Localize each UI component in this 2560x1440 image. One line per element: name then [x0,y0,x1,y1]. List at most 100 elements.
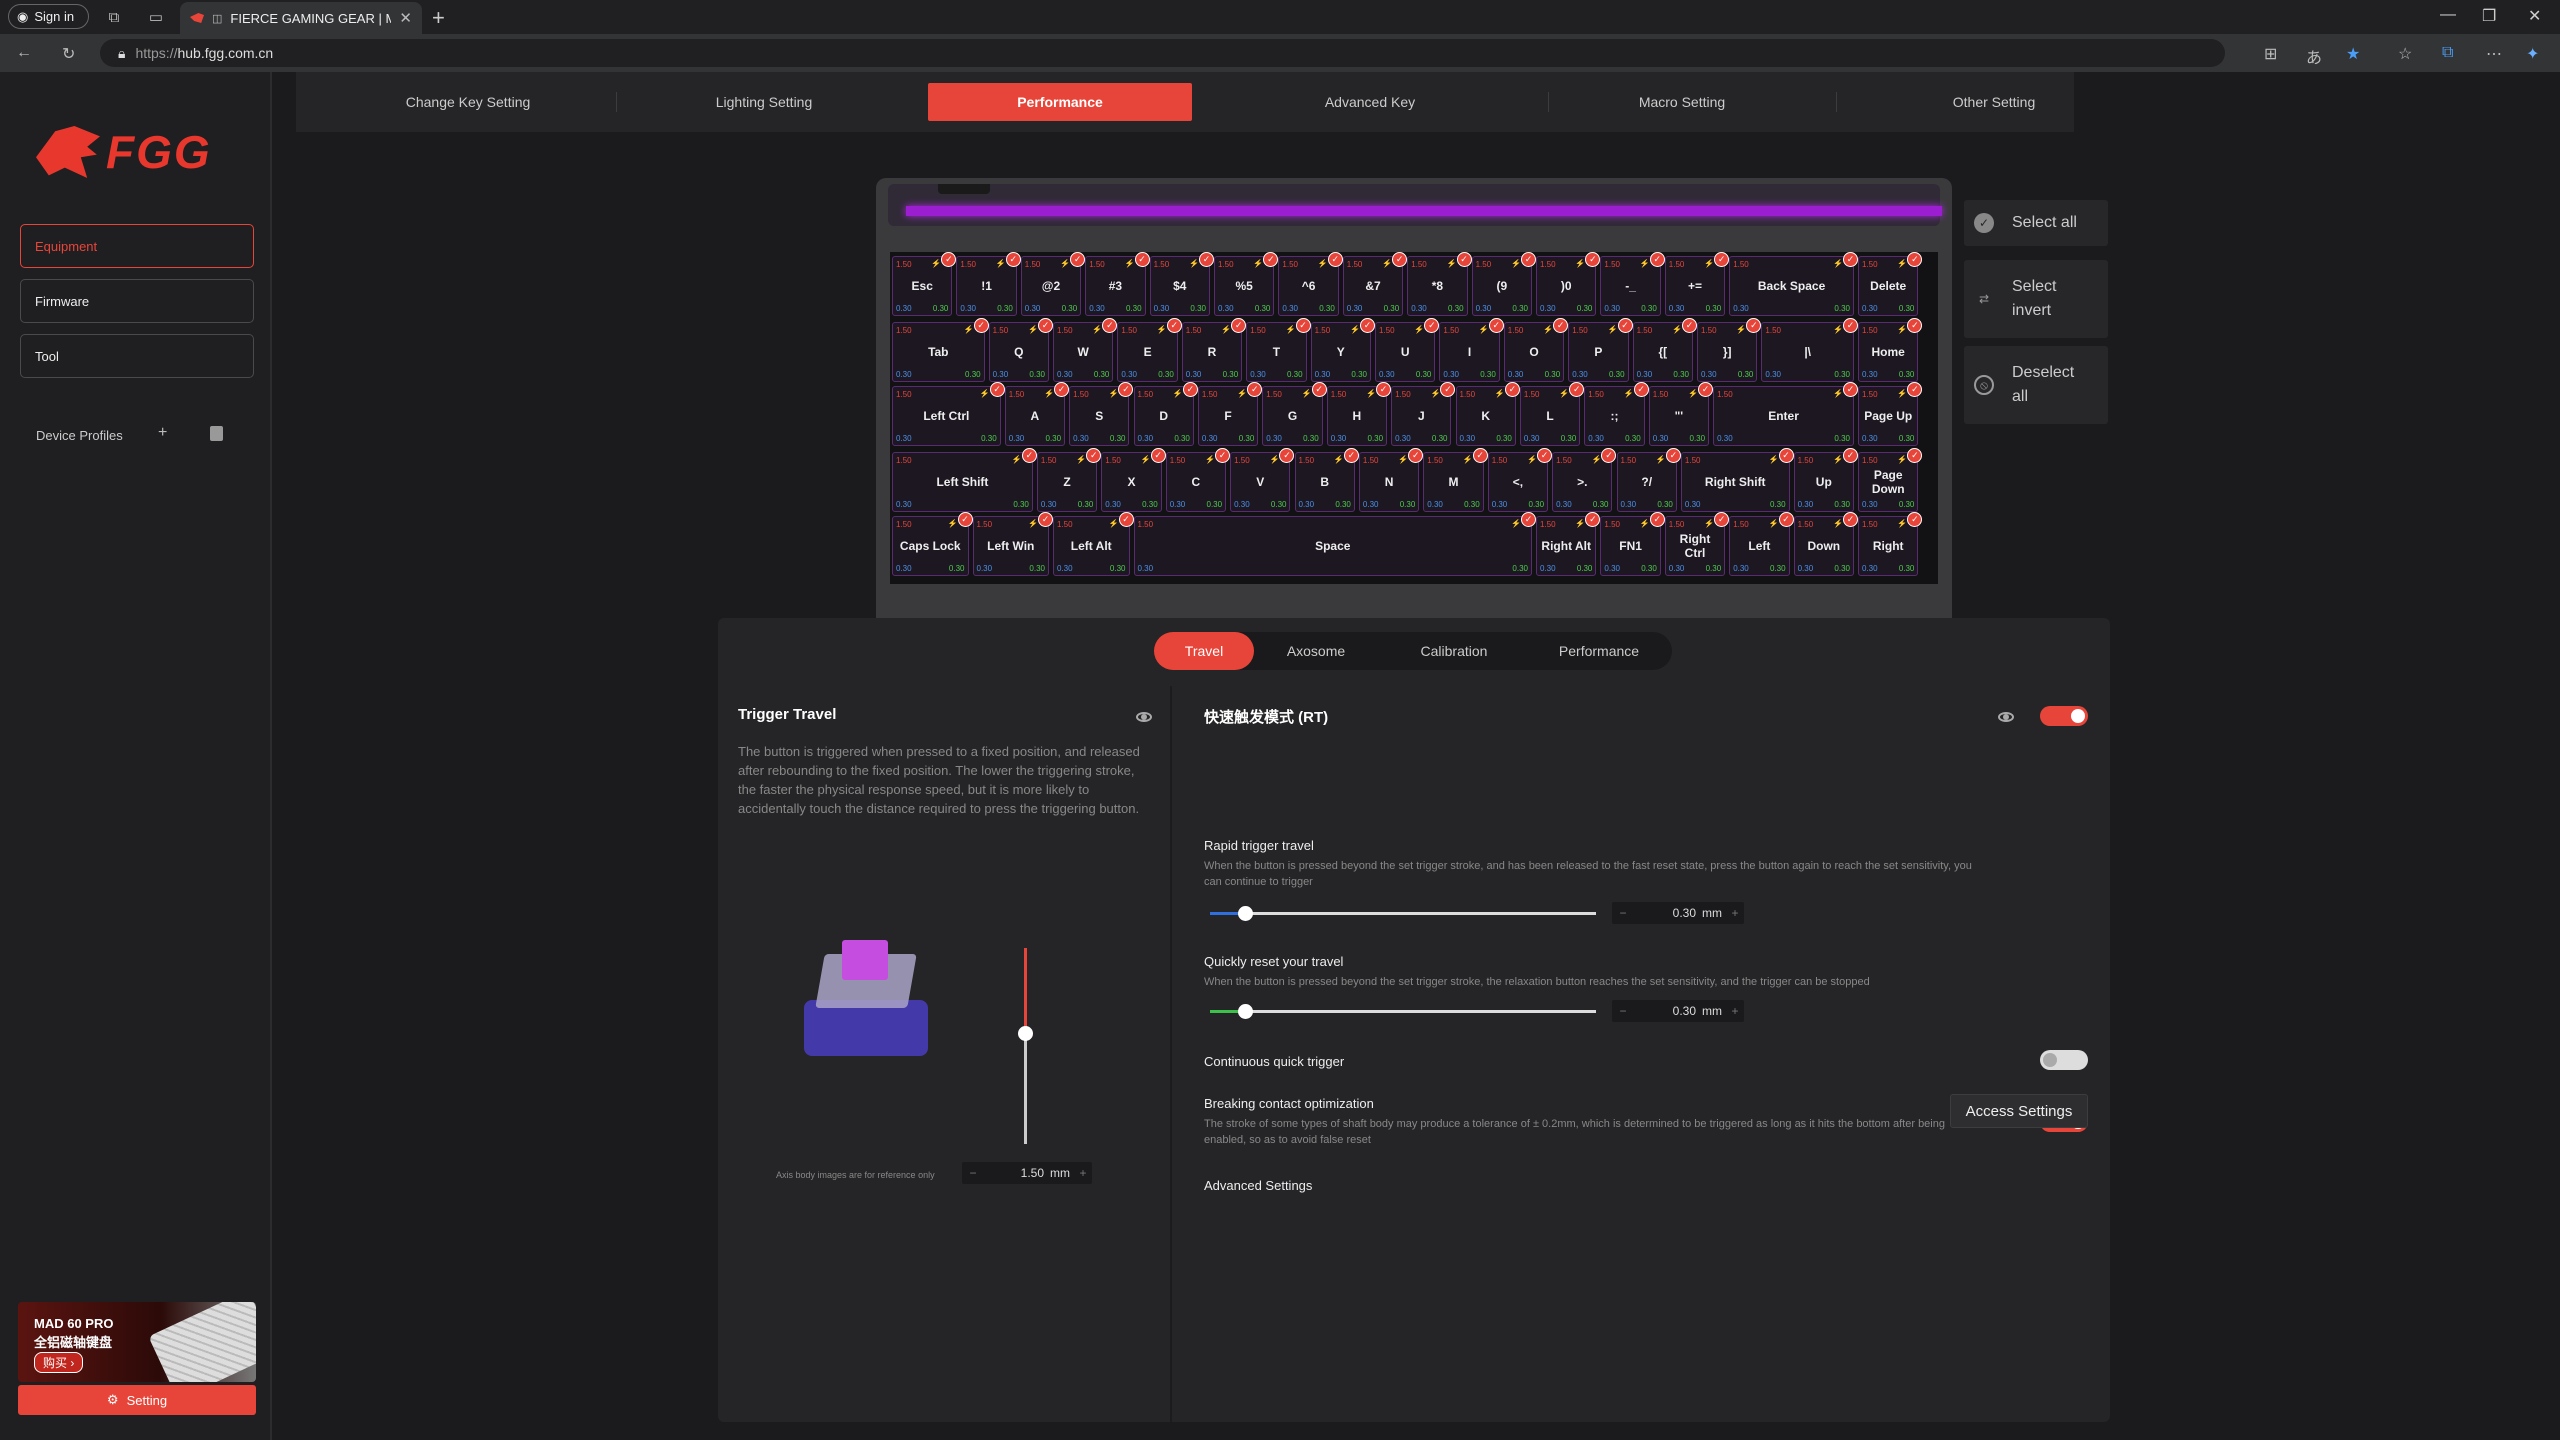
subtab-axosome[interactable]: Axosome [1260,632,1372,670]
refresh-icon[interactable]: ↻ [62,44,75,64]
key-sym-3-9[interactable]: >. 1.50 0.30 0.30 ⚡ ✓ [1552,448,1617,512]
rapid-trigger-value[interactable]: 0.30 [1634,906,1702,920]
key-t-1-5[interactable]: T 1.50 0.30 0.30 ⚡ ✓ [1246,318,1311,382]
key-0-0-10[interactable]: )0 1.50 0.30 0.30 ⚡ ✓ [1536,252,1601,316]
copilot-icon[interactable]: ✦ [2526,44,2539,64]
increment-icon[interactable]: + [1726,906,1744,920]
favorite-star-icon[interactable]: ★ [2346,44,2360,64]
key-x-3-2[interactable]: X 1.50 0.30 0.30 ⚡ ✓ [1101,448,1166,512]
tab-performance[interactable]: Performance [928,83,1192,121]
add-profile-icon[interactable]: + [158,424,167,442]
quick-reset-slider[interactable] [1210,1004,1596,1019]
tab-actions-icon[interactable]: ▭ [146,7,166,27]
key-s-2-2[interactable]: S 1.50 0.30 0.30 ⚡ ✓ [1069,382,1134,446]
more-icon[interactable]: ⋯ [2486,44,2502,64]
key-u-1-7[interactable]: U 1.50 0.30 0.30 ⚡ ✓ [1375,318,1440,382]
key-y-1-6[interactable]: Y 1.50 0.30 0.30 ⚡ ✓ [1310,318,1375,382]
decrement-icon[interactable]: − [962,1166,984,1180]
increment-icon[interactable]: + [1074,1166,1092,1180]
back-icon[interactable]: ← [16,44,32,62]
close-tab-icon[interactable]: ✕ [399,9,412,27]
key-home-1-14[interactable]: Home 1.50 0.30 0.30 ⚡ ✓ [1858,318,1923,382]
key-sym-2-10[interactable]: :; 1.50 0.30 0.30 ⚡ ✓ [1584,382,1649,446]
key-tab-1-0[interactable]: Tab 1.50 0.30 0.30 ⚡ ✓ [892,318,989,382]
key-b-3-5[interactable]: B 1.50 0.30 0.30 ⚡ ✓ [1294,448,1359,512]
key-p-1-10[interactable]: P 1.50 0.30 0.30 ⚡ ✓ [1568,318,1633,382]
subtab-performance[interactable]: Performance [1526,632,1672,670]
continuous-trigger-toggle[interactable] [2040,1050,2088,1070]
promo-banner[interactable]: MAD 60 PRO 全铝磁轴键盘 购买 › [18,1302,256,1382]
key-f-2-4[interactable]: F 1.50 0.30 0.30 ⚡ ✓ [1197,382,1263,446]
key-l-2-9[interactable]: L 1.50 0.30 0.30 ⚡ ✓ [1519,382,1585,446]
decrement-icon[interactable]: − [1612,1004,1634,1018]
key-h-2-6[interactable]: H 1.50 0.30 0.30 ⚡ ✓ [1326,382,1392,446]
key-c-3-3[interactable]: C 1.50 0.30 0.30 ⚡ ✓ [1165,448,1231,512]
key-back-space-0-13[interactable]: Back Space 1.50 0.30 0.30 ⚡ ✓ [1729,252,1858,316]
slider-handle[interactable] [1238,1004,1253,1019]
key-q-1-1[interactable]: Q 1.50 0.30 0.30 ⚡ ✓ [988,318,1053,382]
slider-handle[interactable] [1238,906,1253,921]
eye-icon[interactable] [1998,712,2014,722]
subtab-calibration[interactable]: Calibration [1382,632,1526,670]
translate-icon[interactable]: あ [2306,44,2322,68]
new-tab-icon[interactable]: + [432,5,445,31]
increment-icon[interactable]: + [1726,1004,1744,1018]
rapid-trigger-slider[interactable] [1210,906,1596,921]
decrement-icon[interactable]: − [1612,906,1634,920]
address-bar[interactable]: 🔒︎ https://hub.fgg.com.cn [100,39,2225,67]
key-left-ctrl-2-0[interactable]: Left Ctrl 1.50 0.30 0.30 ⚡ ✓ [892,382,1005,446]
key-8-0-8[interactable]: *8 1.50 0.30 0.30 ⚡ ✓ [1407,252,1472,316]
tab-advanced-key[interactable]: Advanced Key [1238,83,1502,121]
key-d-2-3[interactable]: D 1.50 0.30 0.30 ⚡ ✓ [1133,382,1198,446]
minimize-icon[interactable]: — [2440,6,2456,24]
key-1-0-1[interactable]: !1 1.50 0.30 0.30 ⚡ ✓ [956,252,1021,316]
collections-icon[interactable]: ⧉ [2442,44,2453,62]
key-fn1-4-5[interactable]: FN1 1.50 0.30 0.30 ⚡ ✓ [1600,512,1665,576]
slider-handle[interactable] [1018,1026,1033,1041]
key-right-shift-3-11[interactable]: Right Shift 1.50 0.30 0.30 ⚡ ✓ [1680,448,1794,512]
trigger-travel-value[interactable]: 1.50 [984,1166,1050,1180]
sidebar-item-firmware[interactable]: Firmware [20,279,254,323]
key-right-ctrl-4-6[interactable]: Right Ctrl 1.50 0.30 0.30 ⚡ ✓ [1664,512,1730,576]
sidebar-item-tool[interactable]: Tool [20,334,254,378]
subtab-travel[interactable]: Travel [1154,632,1254,670]
setting-button[interactable]: ⚙ Setting [18,1385,256,1415]
key-r-1-4[interactable]: R 1.50 0.30 0.30 ⚡ ✓ [1181,318,1247,382]
key-up-3-12[interactable]: Up 1.50 0.30 0.30 ⚡ ✓ [1793,448,1858,512]
key-7-0-7[interactable]: &7 1.50 0.30 0.30 ⚡ ✓ [1342,252,1408,316]
key-6-0-6[interactable]: ^6 1.50 0.30 0.30 ⚡ ✓ [1278,252,1343,316]
tab-macro-setting[interactable]: Macro Setting [1550,83,1814,121]
delete-profile-icon[interactable] [210,426,223,441]
key-sym-0-12[interactable]: += 1.50 0.30 0.30 ⚡ ✓ [1664,252,1730,316]
quick-reset-value[interactable]: 0.30 [1634,1004,1702,1018]
key-sym-3-10[interactable]: ?/ 1.50 0.30 0.30 ⚡ ✓ [1616,448,1681,512]
close-window-icon[interactable]: ✕ [2528,6,2541,26]
key-sym-1-12[interactable]: }] 1.50 0.30 0.30 ⚡ ✓ [1697,318,1762,382]
key-caps-lock-4-0[interactable]: Caps Lock 1.50 0.30 0.30 ⚡ ✓ [892,512,973,576]
workspaces-icon[interactable]: ⧉ [104,7,124,27]
key-enter-2-12[interactable]: Enter 1.50 0.30 0.30 ⚡ ✓ [1713,382,1858,446]
app-available-icon[interactable]: ⊞ [2264,44,2277,64]
key-sym-2-11[interactable]: "' 1.50 0.30 0.30 ⚡ ✓ [1648,382,1714,446]
key-k-2-8[interactable]: K 1.50 0.30 0.30 ⚡ ✓ [1455,382,1520,446]
key-left-4-7[interactable]: Left 1.50 0.30 0.30 ⚡ ✓ [1729,512,1794,576]
key-sym-3-8[interactable]: <, 1.50 0.30 0.30 ⚡ ✓ [1487,448,1553,512]
restore-icon[interactable]: ❐ [2482,6,2496,26]
key-esc-0-0[interactable]: Esc 1.50 0.30 0.30 ⚡ ✓ [892,252,957,316]
promo-buy-button[interactable]: 购买 › [34,1352,84,1373]
tab-other-setting[interactable]: Other Setting [1862,83,2126,121]
browser-tab[interactable]: ◫ FIERCE GAMING GEAR | MA ✕ [180,2,422,34]
sidebar-item-equipment[interactable]: Equipment [20,224,254,268]
key-sym-0-11[interactable]: -_ 1.50 0.30 0.30 ⚡ ✓ [1600,252,1665,316]
key-space-4-3[interactable]: Space 1.50 0.30 0.30 ⚡ ✓ [1133,512,1536,576]
rt-toggle[interactable] [2040,706,2088,726]
tab-change-key-setting[interactable]: Change Key Setting [336,83,600,121]
key-n-3-6[interactable]: N 1.50 0.30 0.30 ⚡ ✓ [1358,448,1424,512]
key-e-1-3[interactable]: E 1.50 0.30 0.30 ⚡ ✓ [1117,318,1182,382]
key-a-2-1[interactable]: A 1.50 0.30 0.30 ⚡ ✓ [1004,382,1070,446]
tab-lighting-setting[interactable]: Lighting Setting [632,83,896,121]
key-sym-1-13[interactable]: |\ 1.50 0.30 0.30 ⚡ ✓ [1761,318,1858,382]
deselect-all-button[interactable]: ⦸ Deselect all [1964,346,2108,424]
key-2-0-2[interactable]: @2 1.50 0.30 0.30 ⚡ ✓ [1020,252,1086,316]
key-left-win-4-1[interactable]: Left Win 1.50 0.30 0.30 ⚡ ✓ [972,512,1053,576]
